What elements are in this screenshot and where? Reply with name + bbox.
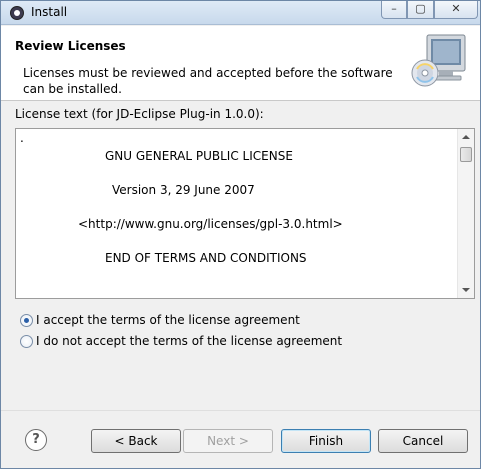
license-text-content: . GNU GENERAL PUBLIC LICENSE Version 3, … [16, 129, 458, 298]
title-bar[interactable]: Install – ▢ ✕ [1, 1, 480, 25]
minimize-button[interactable]: – [381, 1, 407, 19]
decline-radio-label[interactable]: I do not accept the terms of the license… [36, 334, 342, 348]
accept-radio-label[interactable]: I accept the terms of the license agreem… [36, 313, 300, 327]
license-leading-dot: . [20, 131, 24, 145]
license-text-label: License text (for JD-Eclipse Plug-in 1.0… [15, 107, 264, 121]
license-text-area[interactable]: . GNU GENERAL PUBLIC LICENSE Version 3, … [15, 128, 475, 299]
page-description: Licenses must be reviewed and accepted b… [23, 66, 393, 96]
install-wizard-icon [411, 34, 466, 87]
license-line: GNU GENERAL PUBLIC LICENSE [105, 149, 293, 163]
license-scrollbar[interactable] [457, 129, 474, 298]
scroll-down-arrow-icon[interactable] [462, 288, 470, 292]
back-button[interactable]: < Back [91, 429, 181, 453]
page-title: Review Licenses [15, 39, 126, 53]
accept-radio[interactable] [20, 314, 33, 327]
scroll-thumb[interactable] [460, 147, 472, 162]
license-line: <http://www.gnu.org/licenses/gpl-3.0.htm… [78, 217, 343, 231]
scroll-up-arrow-icon[interactable] [462, 135, 470, 139]
footer-separator [1, 410, 480, 411]
maximize-button[interactable]: ▢ [407, 1, 434, 19]
eclipse-app-icon [10, 6, 24, 20]
help-button[interactable]: ? [25, 429, 47, 451]
close-button[interactable]: ✕ [434, 1, 478, 19]
license-line: END OF TERMS AND CONDITIONS [105, 251, 307, 265]
decline-radio[interactable] [20, 335, 33, 348]
license-line: Version 3, 29 June 2007 [112, 183, 255, 197]
next-button[interactable]: Next > [183, 429, 273, 453]
finish-button[interactable]: Finish [281, 429, 371, 453]
window-title: Install [31, 5, 68, 19]
install-dialog: Install – ▢ ✕ Review Licenses Licenses m… [0, 0, 481, 469]
cancel-button[interactable]: Cancel [378, 429, 468, 453]
wizard-header: Review Licenses Licenses must be reviewe… [1, 26, 480, 101]
